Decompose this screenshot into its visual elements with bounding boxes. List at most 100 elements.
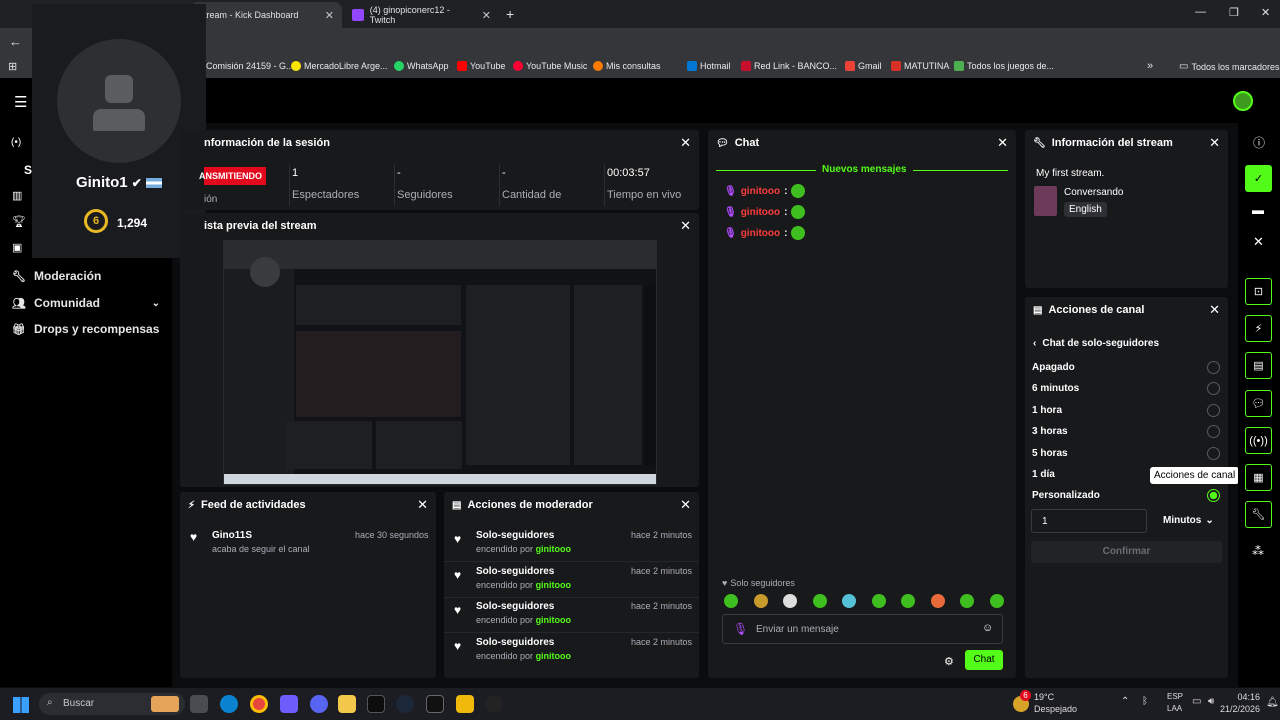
emote-icon[interactable] [724,594,738,608]
emote-icon[interactable] [901,594,916,608]
tray-chevron-icon[interactable]: ⌃ [1121,696,1129,707]
bookmark[interactable]: YouTube [457,61,505,71]
bookmark[interactable]: MATUTINA [891,61,949,71]
bookmark[interactable]: YouTube Music [513,61,587,71]
hamburger-menu-icon[interactable]: ☰ [14,93,27,111]
chat-input[interactable]: 🎙︎ Enviar un mensaje ☺ [722,614,1003,644]
language-code[interactable]: ESP [1167,692,1183,701]
obs-icon[interactable] [485,695,503,713]
restore-icon[interactable]: ❐ [1229,6,1239,19]
minimize-icon[interactable]: — [1195,6,1206,18]
close-icon[interactable]: ✕ [680,135,691,151]
send-chat-button[interactable]: Chat [965,650,1003,670]
rail-button-chat[interactable]: 💬︎ [1245,390,1272,417]
chat-settings-icon[interactable]: ⚙ [944,655,954,668]
bookmark[interactable]: MercadoLibre Arge... [291,61,388,71]
option-5horas[interactable]: 5 horas [1025,445,1228,463]
tab-kick-dashboard[interactable]: Stream - Kick Dashboard ✕ [190,2,342,28]
video-icon[interactable]: ▣ [12,241,22,254]
close-icon[interactable]: ✕ [417,497,428,513]
back-icon[interactable]: ← [9,34,22,49]
user-avatar[interactable] [1233,91,1253,111]
radio-icon[interactable] [1207,425,1220,438]
radio-icon[interactable] [1207,382,1220,395]
analytics-icon[interactable]: ▥ [12,189,22,202]
emoji-icon[interactable]: ☺ [982,622,993,634]
new-tab-icon[interactable]: + [506,6,514,22]
capcut-icon[interactable] [367,695,385,713]
windows-start-icon[interactable] [13,697,29,713]
emote-icon[interactable] [842,594,857,608]
emote-icon[interactable] [871,594,886,608]
more-bookmarks-icon[interactable]: » [1147,60,1153,72]
rail-button-notes[interactable]: ▤ [1245,352,1272,379]
rail-button-broadcast[interactable]: ((•)) [1245,427,1272,454]
bookmark[interactable]: WhatsApp [394,61,449,71]
emote-icon[interactable] [812,594,827,608]
radio-icon[interactable] [1207,361,1220,374]
share-icon[interactable]: ⁂ [1252,544,1264,558]
feed-user[interactable]: Gino11S [212,530,252,541]
bookmark[interactable]: Red Link - BANCO... [741,61,837,71]
close-icon[interactable]: ✕ [1209,302,1220,318]
bookmark[interactable]: Mis consultas [593,61,661,71]
option-apagado[interactable]: Apagado [1025,359,1228,377]
chat-username[interactable]: ginitooo [741,228,780,239]
bluetooth-icon[interactable]: ᛒ [1142,696,1148,707]
emote-icon[interactable] [989,594,1004,608]
close-tab-icon[interactable]: ✕ [482,9,491,22]
clock-date[interactable]: 21/2/2026 [1212,704,1260,714]
discord-icon[interactable] [310,695,328,713]
edge-icon[interactable] [220,695,238,713]
sidebar-item-stream[interactable]: S [24,163,32,177]
sidebar-item-drops[interactable]: 🎁︎ Drops y recompensas [12,322,159,336]
option-personalizado[interactable]: Personalizado [1025,487,1228,505]
emote-icon[interactable] [930,594,945,608]
rail-button-stream-info[interactable]: 🔧︎ [1245,501,1272,528]
option-3horas[interactable]: 3 horas [1025,423,1228,441]
close-icon[interactable]: ✕ [680,497,691,513]
task-view-icon[interactable] [190,695,208,713]
sidebar-item-comunidad[interactable]: 👥︎ Comunidad ⌄ [12,296,160,310]
all-bookmarks-folder[interactable]: ▭ Todos los marcadores [1179,61,1280,72]
taskbar-search[interactable]: ⌕ Buscar [39,693,185,715]
custom-duration-input[interactable]: 1 [1031,509,1147,533]
emote-icon[interactable] [960,594,975,608]
epic-games-icon[interactable] [426,695,444,713]
file-explorer-icon[interactable] [338,695,356,713]
close-icon[interactable]: ✕ [997,135,1008,151]
confirm-button[interactable]: Confirmar [1031,541,1222,563]
radio-icon[interactable] [1207,447,1220,460]
copilot-icon[interactable] [280,695,298,713]
notifications-icon[interactable]: 🔔︎ [1266,697,1279,708]
close-icon[interactable]: ✕ [680,218,691,234]
info-icon[interactable]: ⓘ [1253,134,1265,151]
bookmark[interactable]: Comisión 24159 - G... [206,61,294,71]
bookmark[interactable]: Hotmail [687,61,731,71]
chrome-icon[interactable] [250,695,268,713]
bookmark[interactable]: Gmail [845,61,882,71]
close-window-icon[interactable]: ✕ [1261,6,1270,19]
option-6min[interactable]: 6 minutos [1025,380,1228,398]
live-icon[interactable]: (•) [11,137,21,148]
radio-selected-icon[interactable] [1207,489,1220,502]
sidebar-item-moderacion[interactable]: 🔧︎ Moderación [12,269,101,283]
bookmark[interactable]: Todos los juegos de... [954,61,1054,71]
category-name[interactable]: Conversando [1064,187,1123,198]
close-tab-icon[interactable]: ✕ [325,9,334,22]
radio-icon[interactable] [1207,404,1220,417]
stream-preview-video[interactable] [223,240,657,485]
close-rail-icon[interactable]: ✕ [1253,234,1264,250]
close-icon[interactable]: ✕ [1209,135,1220,151]
chat-username[interactable]: ginitooo [741,186,780,197]
trophy-icon[interactable]: 🏆︎ [12,215,26,228]
emote-icon[interactable] [753,594,768,608]
back-to-actions[interactable]: ‹ Chat de solo-seguidores [1033,338,1159,349]
rail-button-channel-actions[interactable]: ▦ [1245,464,1272,491]
language-layout[interactable]: LAA [1167,704,1182,713]
emote-icon[interactable] [783,594,798,608]
network-icon[interactable]: ▭ [1192,696,1201,707]
steam-icon[interactable] [396,695,414,713]
rail-button-preview[interactable]: ⊡ [1245,278,1272,305]
layout-icon[interactable]: ▬ [1252,203,1264,217]
